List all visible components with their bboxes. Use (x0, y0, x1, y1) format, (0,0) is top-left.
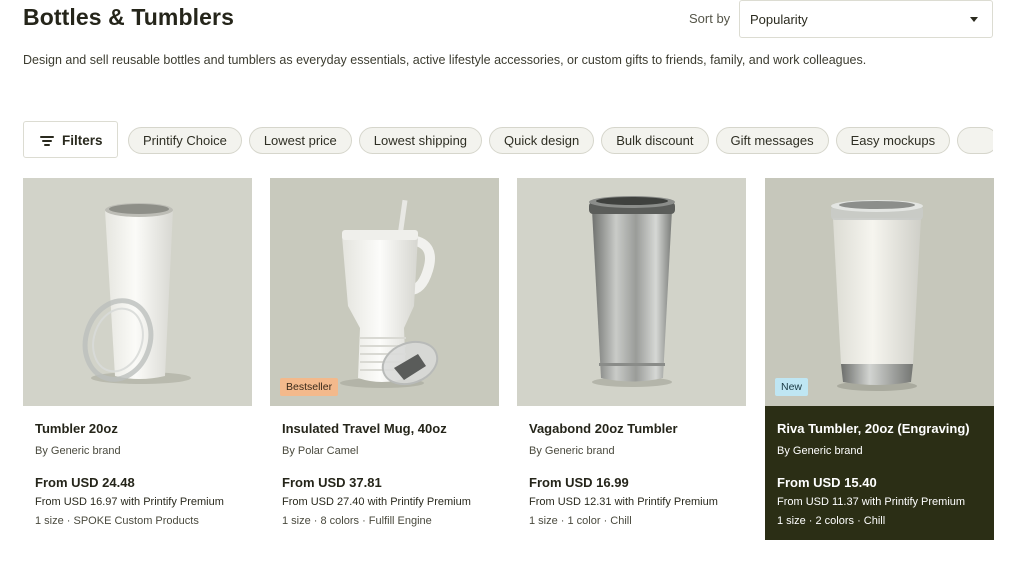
product-info: Vagabond 20oz Tumbler By Generic brand F… (517, 406, 746, 540)
chip-quick-design[interactable]: Quick design (489, 127, 595, 154)
chevron-down-icon (970, 17, 978, 22)
product-meta: 1 size · SPOKE Custom Products (35, 515, 199, 527)
sort-value: Popularity (750, 12, 808, 27)
product-meta: 1 size · 8 colors · Fulfill Engine (282, 515, 432, 527)
product-info: Insulated Travel Mug, 40oz By Polar Came… (270, 406, 499, 540)
product-name[interactable]: Tumbler 20oz (35, 421, 118, 436)
chip-gift-messages[interactable]: Gift messages (715, 127, 829, 154)
product-card[interactable]: Tumbler 20oz By Generic brand From USD 2… (23, 178, 252, 540)
product-image[interactable] (23, 178, 252, 406)
sort-label: Sort by (689, 11, 731, 26)
chip-printify-choice[interactable]: Printify Choice (128, 127, 242, 154)
product-premium-price: From USD 11.37 with Printify Premium (777, 496, 966, 508)
product-card[interactable]: Vagabond 20oz Tumbler By Generic brand F… (517, 178, 746, 540)
product-price: From USD 37.81 (282, 475, 382, 490)
sort-select[interactable]: Popularity (739, 0, 993, 38)
product-image[interactable] (517, 178, 746, 406)
product-price: From USD 15.40 (777, 475, 877, 490)
filter-chip-bar: Printify Choice Lowest price Lowest shippi… (128, 127, 993, 154)
product-premium-price: From USD 27.40 with Printify Premium (282, 496, 471, 508)
product-card[interactable]: New Riva Tumbler, 20oz (Engraving) By Ge… (765, 178, 994, 540)
page-title: Bottles & Tumblers (23, 4, 234, 30)
filters-label: Filters (62, 133, 103, 148)
chip-lowest-price[interactable]: Lowest price (248, 127, 352, 154)
product-image[interactable]: Bestseller (270, 178, 499, 406)
category-description: Design and sell reusable bottles and tum… (23, 53, 867, 67)
product-card[interactable]: Bestseller Insulated Travel Mug, 40oz By… (270, 178, 499, 540)
chip-lowest-shipping[interactable]: Lowest shipping (358, 127, 483, 154)
product-name[interactable]: Riva Tumbler, 20oz (Engraving) (777, 421, 970, 436)
product-brand: By Generic brand (35, 445, 121, 457)
product-name[interactable]: Insulated Travel Mug, 40oz (282, 421, 447, 436)
product-image[interactable]: New (765, 178, 994, 406)
product-meta: 1 size · 1 color · Chill (529, 515, 632, 527)
filter-lines-icon (40, 135, 54, 147)
product-price: From USD 24.48 (35, 475, 135, 490)
product-meta: 1 size · 2 colors · Chill (777, 515, 886, 527)
product-name[interactable]: Vagabond 20oz Tumbler (529, 421, 678, 436)
new-badge: New (775, 378, 809, 396)
filters-button[interactable]: Filters (23, 121, 118, 158)
chip-easy-mockups[interactable]: Easy mockups (835, 127, 951, 154)
chip-bulk-discount[interactable]: Bulk discount (601, 127, 709, 154)
product-price: From USD 16.99 (529, 475, 629, 490)
chip-more[interactable] (957, 127, 993, 154)
product-premium-price: From USD 16.97 with Printify Premium (35, 496, 224, 508)
bestseller-badge: Bestseller (280, 378, 339, 396)
product-brand: By Polar Camel (282, 445, 359, 457)
product-brand: By Generic brand (777, 445, 863, 457)
product-brand: By Generic brand (529, 445, 615, 457)
product-info: Tumbler 20oz By Generic brand From USD 2… (23, 406, 252, 540)
product-premium-price: From USD 12.31 with Printify Premium (529, 496, 718, 508)
product-info: Riva Tumbler, 20oz (Engraving) By Generi… (765, 406, 994, 540)
